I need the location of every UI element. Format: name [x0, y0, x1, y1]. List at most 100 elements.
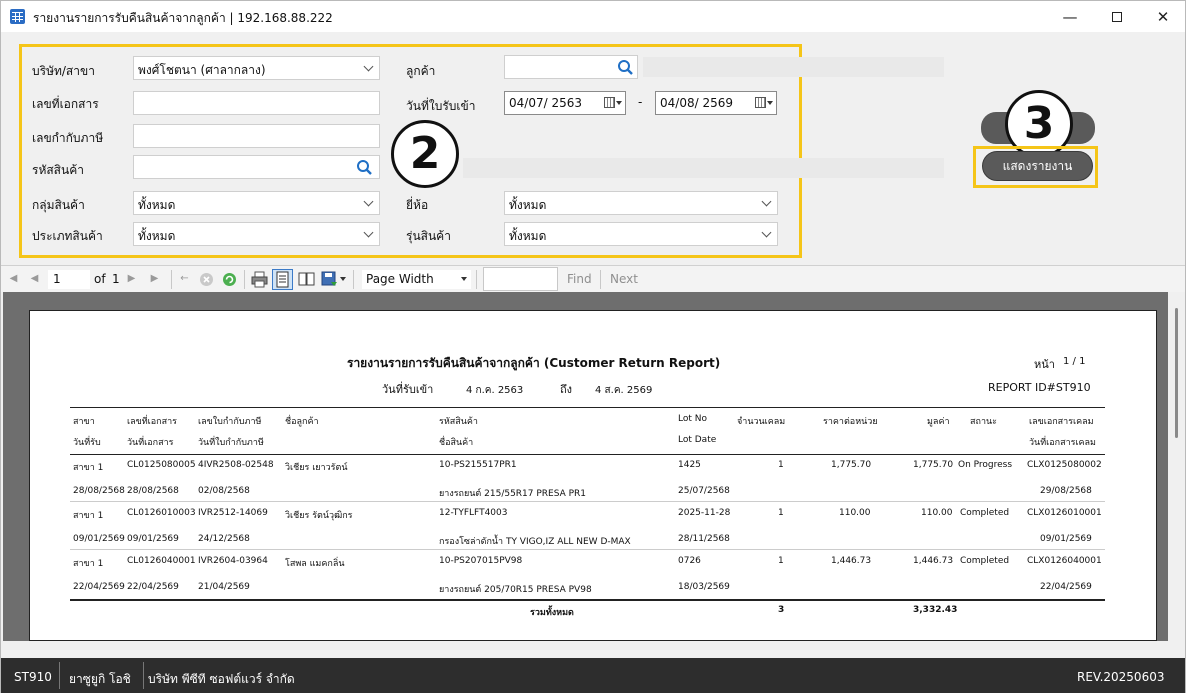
row3-qty: 1: [778, 556, 784, 566]
stop-icon[interactable]: [199, 272, 214, 287]
model-select[interactable]: ทั้งหมด: [504, 222, 778, 246]
row2-status: Completed: [960, 508, 1010, 518]
scrollbar-thumb[interactable]: [1175, 308, 1178, 438]
print-layout-icon[interactable]: [272, 269, 293, 290]
status-separator: [59, 662, 60, 689]
product-input[interactable]: [133, 155, 380, 179]
taxno-input[interactable]: [133, 124, 380, 148]
zoom-select[interactable]: Page Width: [362, 270, 471, 289]
vertical-scrollbar[interactable]: [1168, 292, 1185, 641]
col-product-name: ชื่อสินค้า: [439, 438, 474, 448]
date-to-picker[interactable]: 04/08/ 2569: [655, 91, 777, 115]
page-number-label: หน้า: [1034, 358, 1055, 371]
total-amount: 3,332.43: [913, 605, 958, 615]
row2-qty: 1: [778, 508, 784, 518]
col-tax-date: วันที่ใบกำกับภาษี: [198, 438, 264, 448]
row3-product-name: ยางรถยนต์ 205/70R15 PRESA PV98: [439, 585, 592, 595]
docno-input[interactable]: [133, 91, 380, 115]
find-link[interactable]: Find: [567, 272, 592, 286]
col-doc-date: วันที่เอกสาร: [127, 438, 174, 448]
row1-qty: 1: [778, 460, 784, 470]
show-report-button[interactable]: แสดงรายงาน: [982, 151, 1093, 181]
toolbar-separator: [476, 270, 477, 289]
zoom-value: Page Width: [366, 272, 434, 286]
col-lot-date: Lot Date: [678, 435, 717, 445]
dropdown-arrow-icon: [461, 277, 467, 281]
row1-product-name: ยางรถยนต์ 215/55R17 PRESA PR1: [439, 489, 587, 499]
row1-status: On Progress: [958, 460, 1013, 470]
company-select-value: พงศ์โชตนา (ศาลากลาง): [138, 63, 266, 77]
dropdown-arrow-icon: [616, 101, 622, 105]
row2-taxno: IVR2512-14069: [198, 508, 268, 518]
row1-claim-date: 29/08/2568: [1040, 486, 1092, 496]
type-select[interactable]: ทั้งหมด: [133, 222, 380, 246]
header-bottom-line: [70, 454, 1105, 455]
row1-branch: สาขา 1: [73, 463, 104, 473]
close-button[interactable]: ✕: [1140, 1, 1186, 32]
type-label: ประเภทสินค้า: [32, 229, 103, 243]
report-date-from: 4 ก.ค. 2563: [466, 385, 524, 396]
find-input[interactable]: [483, 267, 558, 291]
current-page-input[interactable]: 1: [48, 270, 90, 289]
next-page-icon[interactable]: ▶: [126, 273, 137, 284]
minimize-button[interactable]: —: [1047, 1, 1093, 32]
col-amount: มูลค่า: [927, 417, 950, 427]
row3-docno: CL0126040001: [127, 556, 196, 566]
app-window: รายงานรายการรับคืนสินค้าจากลูกค้า | 192.…: [0, 0, 1186, 693]
row1-lot-no: 1425: [678, 460, 701, 470]
maximize-icon: [1112, 11, 1122, 22]
first-page-icon[interactable]: ◀: [8, 273, 19, 284]
row3-status: Completed: [960, 556, 1010, 566]
row1-price: 1,775.70: [831, 460, 872, 470]
app-calendar-icon: [10, 9, 25, 24]
customer-name-display: [643, 57, 944, 77]
last-page-icon[interactable]: ▶: [149, 273, 160, 284]
previous-page-icon[interactable]: ◀: [29, 273, 40, 284]
chevron-down-icon: [363, 227, 374, 238]
report-page: รายงานรายการรับคืนสินค้าจากลูกค้า (Custo…: [29, 310, 1157, 641]
page-setup-icon[interactable]: [298, 271, 315, 288]
row3-claim-no: CLX0126040001: [1027, 556, 1102, 566]
row1-doc-date: 28/08/2568: [127, 486, 179, 496]
docno-label: เลขที่เอกสาร: [32, 97, 99, 111]
group-select[interactable]: ทั้งหมด: [133, 191, 380, 215]
brand-select[interactable]: ทั้งหมด: [504, 191, 778, 215]
company-select[interactable]: พงศ์โชตนา (ศาลากลาง): [133, 56, 380, 80]
total-pages: 1: [112, 272, 120, 286]
row3-amount: 1,446.73: [913, 556, 954, 566]
header-top-line: [70, 407, 1105, 408]
product-search-icon[interactable]: [356, 159, 373, 176]
report-date-label: วันที่รับเข้า: [382, 383, 434, 396]
of-label: of: [94, 272, 106, 286]
date-from-value: 04/07/ 2563: [509, 96, 582, 110]
date-from-picker[interactable]: 04/07/ 2563: [504, 91, 626, 115]
col-recv-date: วันที่รับ: [73, 438, 101, 448]
col-qty: จำนวนเคลม: [737, 417, 786, 427]
customer-label: ลูกค้า: [406, 64, 436, 78]
toolbar-separator: [353, 270, 354, 289]
group-label: กลุ่มสินค้า: [32, 198, 85, 212]
brand-label: ยี่ห้อ: [406, 198, 429, 212]
col-claim-date: วันที่เอกสารเคลม: [1029, 438, 1096, 448]
row2-branch: สาขา 1: [73, 511, 104, 521]
customer-search-icon[interactable]: [617, 59, 634, 76]
row1-amount: 1,775.70: [913, 460, 954, 470]
window-title: รายงานรายการรับคืนสินค้าจากลูกค้า | 192.…: [33, 11, 333, 25]
print-icon[interactable]: [251, 271, 268, 288]
row1-tax-date: 02/08/2568: [198, 486, 250, 496]
next-link[interactable]: Next: [610, 272, 638, 286]
model-label: รุ่นสินค้า: [406, 229, 451, 243]
row3-claim-date: 22/04/2569: [1040, 582, 1092, 592]
back-icon[interactable]: ←: [179, 273, 190, 284]
maximize-button[interactable]: [1094, 1, 1140, 32]
row1-docno: CL0125080005: [127, 460, 196, 470]
status-user: ยาซูยูกิ โอชิ: [69, 672, 131, 686]
model-select-value: ทั้งหมด: [509, 229, 547, 243]
row3-recv-date: 22/04/2569: [73, 582, 125, 592]
refresh-icon[interactable]: [222, 272, 237, 287]
row3-tax-date: 21/04/2569: [198, 582, 250, 592]
export-dropdown-arrow[interactable]: [338, 270, 346, 289]
date-to-value: 04/08/ 2569: [660, 96, 733, 110]
export-icon[interactable]: [321, 271, 338, 288]
col-status: สถานะ: [970, 417, 997, 427]
